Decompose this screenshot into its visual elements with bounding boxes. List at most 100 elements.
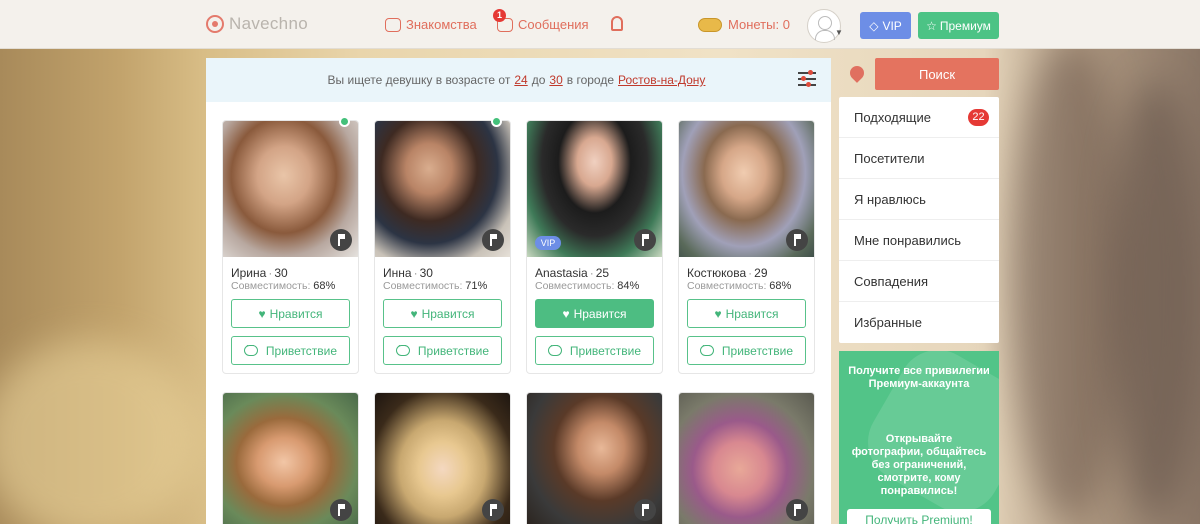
profile-name-age: Ирина · 30 — [231, 266, 288, 280]
filter-settings-icon[interactable] — [798, 70, 816, 88]
like-button[interactable]: ♥ Нравится — [687, 299, 806, 328]
promo-title: Получите все привилегии Премиум-аккаунта — [848, 365, 990, 390]
messages-badge: 1 — [493, 9, 506, 22]
flag-icon[interactable] — [786, 499, 808, 521]
vip-button[interactable]: ◇ VIP — [860, 12, 911, 39]
flag-icon[interactable] — [330, 499, 352, 521]
chevron-down-icon[interactable]: ▼ — [835, 28, 843, 37]
greeting-button[interactable]: Приветствие — [535, 336, 654, 365]
like-button-label: Нравится — [725, 306, 779, 321]
compatibility-value: 71% — [465, 280, 488, 292]
compatibility-value: 68% — [313, 280, 336, 292]
like-button[interactable]: ♥ Нравится — [231, 299, 350, 328]
vip-badge: VIP — [535, 236, 561, 250]
background-blur — [1110, 80, 1200, 520]
flag-icon[interactable] — [482, 229, 504, 251]
search-prefix: Вы ищете девушку в возрасте от — [327, 73, 511, 87]
profile-name: Инна — [383, 266, 412, 280]
sidebar-item-liked-me[interactable]: Я нравлюсь — [839, 179, 999, 220]
heart-icon: ♥ — [258, 306, 266, 321]
sidebar-item-i-liked[interactable]: Мне понравились — [839, 220, 999, 261]
sidebar-item-favorites[interactable]: Избранные — [839, 302, 999, 343]
profile-age: 30 — [274, 266, 288, 280]
profile-card[interactable]: VIP Anastasia · 25 Совместимость: 84% ♥ Нр… — [526, 120, 663, 374]
chat-bubble-icon — [547, 340, 562, 356]
compatibility-value: 84% — [617, 280, 640, 292]
heart-icon: ♥ — [714, 306, 722, 321]
logo-text: Navechno — [229, 14, 308, 33]
profile-name: Anastasia — [535, 266, 588, 280]
city-link[interactable]: Ростов-на-Дону — [618, 73, 705, 87]
vip-button-label: VIP — [882, 18, 902, 33]
like-button[interactable]: ♥ Нравится — [535, 299, 654, 328]
sidebar-item-label: Посетители — [854, 150, 925, 166]
profile-card[interactable] — [222, 392, 359, 524]
greeting-button[interactable]: Приветствие — [383, 336, 502, 365]
online-indicator — [491, 116, 502, 127]
compatibility-label: Совместимость: — [231, 280, 311, 292]
profile-card[interactable] — [678, 392, 815, 524]
compatibility: Совместимость: 84% — [535, 280, 639, 292]
flag-icon[interactable] — [786, 229, 808, 251]
profile-name-age: Костюкова · 29 — [687, 266, 768, 280]
search-city-prefix: в городе — [566, 73, 615, 87]
greeting-button-label: Приветствие — [569, 343, 642, 358]
nav-dating-label: Знакомства — [406, 17, 477, 32]
greeting-button[interactable]: Приветствие — [231, 336, 350, 365]
coins[interactable]: Монеты: 0 — [698, 17, 790, 32]
sidebar-item-matching[interactable]: Подходящие 22 — [839, 97, 999, 138]
heart-logo-icon — [206, 15, 224, 33]
sidebar-item-matches[interactable]: Совпадения — [839, 261, 999, 302]
flag-icon[interactable] — [634, 229, 656, 251]
profile-name: Ирина — [231, 266, 267, 280]
flag-icon[interactable] — [330, 229, 352, 251]
heart-icon: ♥ — [410, 306, 418, 321]
flag-icon[interactable] — [482, 499, 504, 521]
compatibility: Совместимость: 68% — [231, 280, 335, 292]
sidebar-item-label: Мне понравились — [854, 232, 962, 248]
sidebar-item-label: Совпадения — [854, 273, 929, 289]
star-icon: ☆ — [926, 18, 937, 33]
chat-bubble-icon — [395, 340, 410, 356]
compatibility-label: Совместимость: — [535, 280, 615, 292]
search-results-panel: Вы ищете девушку в возрасте от 24 до 30 … — [206, 58, 831, 524]
search-button[interactable]: Поиск — [875, 58, 999, 90]
age-from-link[interactable]: 24 — [514, 73, 527, 87]
profile-age: 29 — [754, 266, 768, 280]
compatibility-value: 68% — [769, 280, 792, 292]
nav-messages[interactable]: Сообщения — [497, 17, 589, 32]
age-to-link[interactable]: 30 — [549, 73, 562, 87]
profile-name-age: Anastasia · 25 — [535, 266, 610, 280]
profile-card[interactable] — [374, 392, 511, 524]
chat-bubble-icon — [699, 340, 714, 356]
profile-card[interactable]: Инна·30 Совместимость: 71% ♥ Нравится Пр… — [374, 116, 511, 374]
chat-bubble-icon — [243, 340, 258, 356]
search-criteria-bar: Вы ищете девушку в возрасте от 24 до 30 … — [206, 58, 831, 102]
coins-icon — [698, 17, 722, 32]
user-avatar[interactable] — [807, 9, 841, 43]
greeting-button-label: Приветствие — [721, 343, 794, 358]
get-premium-button[interactable]: Получить Premium! — [847, 509, 991, 524]
nav-dating[interactable]: Знакомства — [385, 17, 477, 32]
sidebar-item-label: Я нравлюсь — [854, 191, 926, 207]
like-button-label: Нравится — [269, 306, 323, 321]
location-pin-icon[interactable] — [847, 63, 867, 83]
promo-text: Открывайте фотографии, общайтесь без огр… — [851, 433, 987, 497]
profile-card[interactable] — [526, 392, 663, 524]
profile-card[interactable]: Ирина·30 Совместимость: 68% ♥ Нравится П… — [222, 116, 359, 374]
diamond-icon: ◇ — [869, 18, 879, 33]
bell-icon[interactable] — [611, 16, 623, 31]
flag-icon[interactable] — [634, 499, 656, 521]
logo[interactable]: Navechno — [206, 14, 308, 34]
greeting-button[interactable]: Приветствие — [687, 336, 806, 365]
premium-button[interactable]: ☆ Премиум — [918, 12, 999, 39]
compatibility-label: Совместимость: — [383, 280, 463, 292]
compatibility: Совместимость: 68% — [687, 280, 791, 292]
like-button[interactable]: ♥ Нравится — [383, 299, 502, 328]
profile-age: 25 — [595, 266, 610, 280]
heart-icon: ♥ — [562, 306, 570, 321]
sidebar-item-visitors[interactable]: Посетители — [839, 138, 999, 179]
profile-name: Костюкова — [687, 266, 747, 280]
background-blur — [0, 340, 200, 524]
profile-card[interactable]: Костюкова · 29 Совместимость: 68% ♥ Нравит… — [678, 120, 815, 374]
